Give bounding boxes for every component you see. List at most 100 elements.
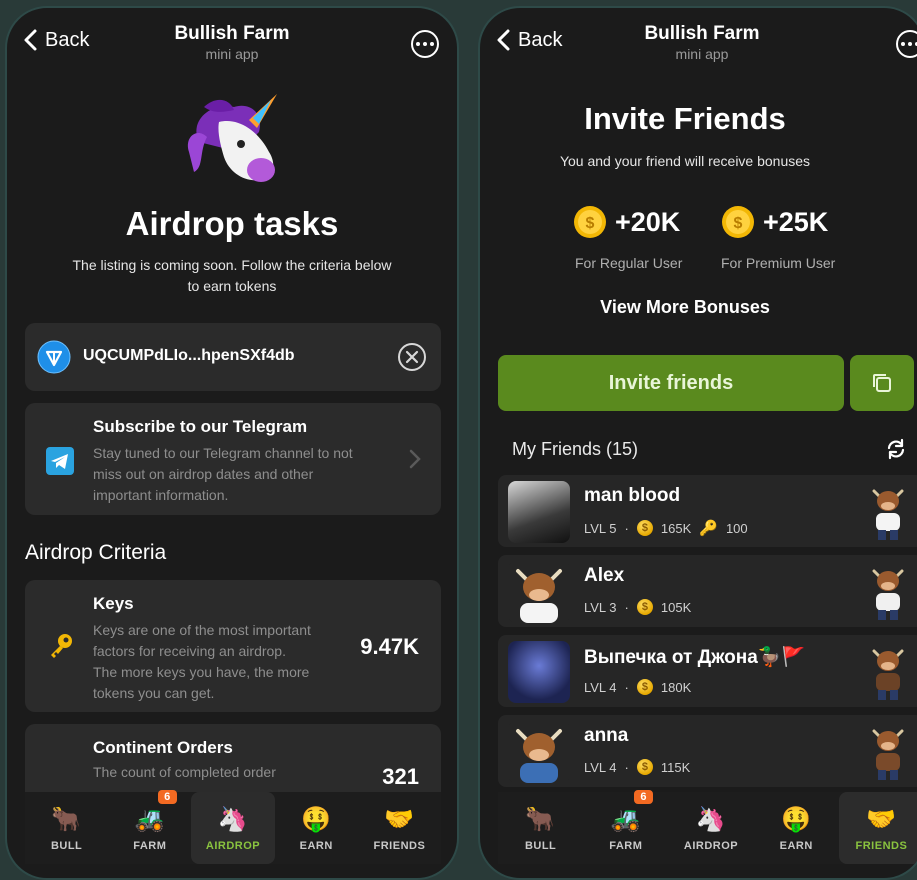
friend-level: LVL 5 [584, 520, 617, 536]
friend-row[interactable]: Выпечка от Джона🦆🚩 LVL 4 · $ 180K [498, 635, 917, 707]
friend-name: Alex [584, 565, 625, 586]
coin-icon: $ [636, 679, 653, 695]
app-subtitle: mini app [205, 46, 259, 62]
nav-airdrop[interactable]: 🦄 AIRDROP [191, 792, 275, 864]
coin-icon: $ [574, 206, 606, 238]
nav-label: AIRDROP [205, 840, 261, 852]
desc-line: miss out on airdrop dates and other [93, 466, 314, 482]
wallet-address: UQCUMPdLIo...hpenSXf4db [83, 347, 295, 364]
bull-icon: 🐂 [51, 805, 82, 833]
coin-icon: $ [636, 759, 653, 775]
refresh-icon[interactable] [885, 438, 907, 460]
nav-label: FRIENDS [373, 840, 426, 852]
task-description: Stay tuned to our Telegram channel to no… [93, 443, 353, 506]
invite-friends-button[interactable]: Invite friends [498, 355, 844, 411]
copy-link-button[interactable] [850, 355, 914, 411]
bottom-nav: 🐂 BULL 6 🚜 FARM 🦄 AIRDROP 🤑 EARN 🤝 FRIEN… [498, 790, 917, 864]
handshake-icon: 🤝 [384, 805, 415, 833]
telegram-icon [46, 447, 74, 475]
page-title: Invite Friends [584, 101, 786, 136]
bull-avatar-icon [872, 729, 904, 780]
orders-title: Continent Orders [93, 738, 233, 757]
disconnect-icon[interactable] [397, 342, 427, 372]
page-subtitle: The listing is coming soon. Follow the c… [7, 255, 457, 297]
keys-criteria-card: Keys Keys are one of the most important … [25, 580, 441, 712]
friend-coins: 115K [660, 759, 691, 775]
bonus-amount: +20K [615, 206, 681, 237]
separator-dot: · [624, 520, 629, 536]
nav-earn[interactable]: 🤑 EARN [754, 792, 839, 864]
nav-label: EARN [299, 840, 333, 852]
nav-label: FARM [133, 840, 167, 852]
app-title: Bullish Farm [174, 23, 290, 44]
nav-label: BULL [524, 840, 557, 852]
more-menu-icon[interactable] [896, 30, 917, 58]
friend-stats: LVL 3 · $ 105K [584, 599, 691, 615]
coin-icon: $ [636, 520, 653, 536]
nav-label: AIRDROP [683, 840, 739, 852]
copy-icon [873, 374, 891, 392]
page-title: Airdrop tasks [125, 205, 339, 242]
friend-name: anna [584, 725, 629, 746]
subtitle-line: The listing is coming soon. Follow the c… [72, 257, 392, 273]
coin-icon: $ [636, 599, 653, 615]
nav-bull[interactable]: 🐂 BULL [25, 792, 108, 864]
friend-avatar [508, 721, 570, 783]
friend-coins: 105K [660, 599, 692, 615]
nav-farm[interactable]: 6 🚜 FARM [583, 790, 668, 864]
tractor-icon: 🚜 [610, 805, 641, 833]
header-bar: Back Bullish Farm mini app [480, 8, 917, 70]
handshake-icon: 🤝 [866, 805, 897, 833]
friend-stats: LVL 4 · $ 180K [584, 679, 691, 695]
friend-row[interactable]: Alex LVL 3 · $ 105K [498, 555, 917, 627]
nav-friends[interactable]: 🤝 FRIENDS [838, 792, 917, 864]
money-face-icon: 🤑 [781, 805, 812, 833]
app-subtitle: mini app [675, 46, 729, 62]
friend-row[interactable]: man blood LVL 5 · $ 165K 🔑 100 [498, 475, 917, 547]
nav-label: EARN [779, 840, 813, 852]
desc-line: Stay tuned to our Telegram channel to no… [93, 445, 353, 461]
nav-bull[interactable]: 🐂 BULL [498, 792, 583, 864]
separator-dot: · [624, 599, 629, 615]
friend-row[interactable]: anna LVL 4 · $ 115K [498, 715, 917, 787]
orders-description: The count of completed order [93, 764, 276, 780]
nav-earn[interactable]: 🤑 EARN [275, 792, 358, 864]
friend-avatar [508, 641, 570, 703]
nav-label: FARM [609, 840, 643, 852]
wallet-card[interactable]: UQCUMPdLIo...hpenSXf4db [25, 323, 441, 391]
unicorn-icon: 🦄 [695, 805, 727, 833]
nav-airdrop[interactable]: 🦄 AIRDROP [668, 792, 753, 864]
friend-keys: 100 [725, 520, 748, 536]
friend-name: man blood [584, 485, 681, 506]
desc-line: Keys are one of the most important [93, 622, 311, 638]
bonus-label: For Premium User [721, 255, 836, 271]
svg-text:$: $ [586, 215, 595, 232]
bonus-regular: $ +20K [573, 205, 680, 239]
friends-screen: Back Bullish Farm mini app Invite Friend… [478, 6, 917, 880]
nav-farm[interactable]: 6 🚜 FARM [108, 790, 191, 864]
friend-coins: 165K [660, 520, 692, 536]
separator-dot: · [624, 679, 629, 695]
keys-description: Keys are one of the most important facto… [93, 620, 311, 704]
friend-name: Выпечка от Джона🦆🚩 [584, 647, 806, 668]
bull-avatar-icon [872, 569, 904, 620]
desc-line: The more keys you have, the more [93, 664, 310, 680]
separator-dot: · [624, 759, 629, 775]
farm-badge: 6 [158, 790, 177, 804]
desc-line: tokens you can get. [93, 685, 215, 701]
nav-label: FRIENDS [855, 840, 908, 852]
tractor-icon: 🚜 [134, 805, 165, 833]
view-more-bonuses-link[interactable]: View More Bonuses [480, 297, 910, 318]
bull-avatar-icon [872, 649, 904, 700]
telegram-task-card[interactable]: Subscribe to our Telegram Stay tuned to … [25, 403, 441, 515]
friend-stats: LVL 5 · $ 165K 🔑 100 [584, 519, 748, 537]
nav-friends[interactable]: 🤝 FRIENDS [358, 792, 441, 864]
keys-title: Keys [93, 594, 134, 613]
page-subtitle: You and your friend will receive bonuses [559, 153, 811, 169]
app-title: Bullish Farm [644, 23, 760, 44]
more-menu-icon[interactable] [411, 30, 439, 58]
svg-text:$: $ [734, 215, 743, 232]
friend-avatar [508, 561, 570, 623]
friend-level: LVL 4 [584, 759, 617, 775]
coin-icon: $ [722, 206, 754, 238]
